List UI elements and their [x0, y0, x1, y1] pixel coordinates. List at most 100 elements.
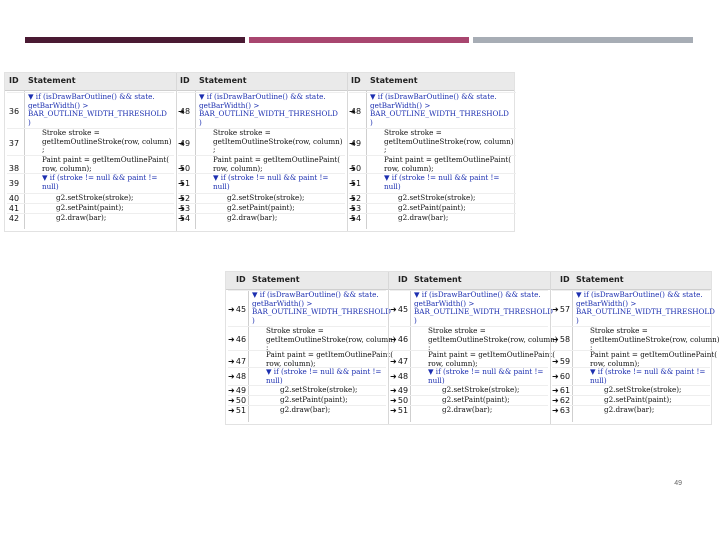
table-header — [5, 73, 514, 91]
statement-text: g2.draw(bar); — [280, 405, 331, 414]
row-id: 50 — [350, 164, 362, 173]
statement-text: g2.setStroke(stroke); — [56, 193, 134, 202]
accent-bar-magenta — [249, 37, 469, 43]
row-id: 40 — [8, 194, 20, 203]
row-id: 50 — [235, 396, 247, 405]
row-id: 53 — [179, 204, 191, 213]
statement-text: g2.setStroke(stroke); — [227, 193, 305, 202]
row-id: 47 — [235, 357, 247, 366]
statement-text: ▼ if (stroke != null && paint != null) — [590, 367, 706, 385]
row-id: 59 — [559, 357, 571, 366]
id-column-header: ID — [560, 275, 570, 284]
row-id: 48 — [397, 372, 409, 381]
statement-text: Paint paint = getItemOutlinePaint( row, … — [42, 155, 170, 173]
row-id: 36 — [8, 107, 20, 116]
statement-text: ▼ if (isDrawBarOutline() && state. getBa… — [414, 290, 553, 325]
row-id: 48 — [235, 372, 247, 381]
id-divider — [366, 91, 367, 229]
row-id: 52 — [350, 194, 362, 203]
statement-text: g2.setStroke(stroke); — [280, 385, 358, 394]
statement-text: ▼ if (isDrawBarOutline() && state. getBa… — [28, 92, 167, 127]
row-id: 49 — [179, 139, 191, 148]
row-id: 52 — [179, 194, 191, 203]
row-id: 42 — [8, 214, 20, 223]
statement-text: Paint paint = getItemOutlinePaint( row, … — [590, 350, 718, 368]
row-id: 45 — [397, 305, 409, 314]
row-id: 48 — [350, 107, 362, 116]
statement-text: g2.setStroke(stroke); — [604, 385, 682, 394]
statement-text: g2.setStroke(stroke); — [442, 385, 520, 394]
row-id: 62 — [559, 396, 571, 405]
row-id: 39 — [8, 179, 20, 188]
row-id: 41 — [8, 204, 20, 213]
row-id: 49 — [350, 139, 362, 148]
row-id: 50 — [179, 164, 191, 173]
id-divider — [195, 91, 196, 229]
statement-text: ▼ if (isDrawBarOutline() && state. getBa… — [252, 290, 391, 325]
statement-text: ▼ if (isDrawBarOutline() && state. getBa… — [370, 92, 509, 127]
statement-text: g2.draw(bar); — [227, 213, 278, 222]
row-id: 38 — [8, 164, 20, 173]
statement-text: Stroke stroke = getItemOutlineStroke(row… — [428, 326, 558, 353]
id-column-header: ID — [180, 76, 190, 85]
statement-text: Stroke stroke = getItemOutlineStroke(row… — [384, 128, 514, 155]
statement-text: ▼ if (isDrawBarOutline() && state. getBa… — [576, 290, 715, 325]
statement-text: g2.setPaint(paint); — [398, 203, 466, 212]
bottom-comparison-table: ID Statement ➜ 45 ▼ if (isDrawBarOutline() &… — [226, 272, 720, 424]
statement-text: ▼ if (stroke != null && paint != null) — [384, 173, 500, 191]
row-id: 51 — [350, 179, 362, 188]
statement-text: g2.setPaint(paint); — [56, 203, 124, 212]
row-id: 51 — [235, 406, 247, 415]
row-id: 37 — [8, 139, 20, 148]
statement-text: g2.setPaint(paint); — [280, 395, 348, 404]
statement-text: Stroke stroke = getItemOutlineStroke(row… — [590, 326, 720, 353]
row-id: 57 — [559, 305, 571, 314]
row-id: 63 — [559, 406, 571, 415]
statement-text: g2.draw(bar); — [442, 405, 493, 414]
row-id: 60 — [559, 372, 571, 381]
row-id: 58 — [559, 335, 571, 344]
row-id: 49 — [235, 386, 247, 395]
statement-text: g2.draw(bar); — [398, 213, 449, 222]
row-id: 51 — [397, 406, 409, 415]
id-divider — [24, 91, 25, 229]
statement-text: g2.setPaint(paint); — [442, 395, 510, 404]
id-column-header: ID — [398, 275, 408, 284]
column-separator — [550, 272, 551, 424]
statement-text: g2.draw(bar); — [604, 405, 655, 414]
statement-text: g2.draw(bar); — [56, 213, 107, 222]
statement-text: g2.setStroke(stroke); — [398, 193, 476, 202]
statement-column-header: Statement — [576, 275, 624, 284]
statement-column-header: Statement — [414, 275, 462, 284]
statement-text: ▼ if (stroke != null && paint != null) — [213, 173, 329, 191]
page-number: 49 — [674, 480, 682, 487]
id-column-header: ID — [236, 275, 246, 284]
statement-column-header: Statement — [370, 76, 418, 85]
statement-text: g2.setPaint(paint); — [604, 395, 672, 404]
id-column-header: ID — [9, 76, 19, 85]
statement-text: ▼ if (isDrawBarOutline() && state. getBa… — [199, 92, 338, 127]
statement-text: Paint paint = getItemOutlinePaint( row, … — [266, 350, 394, 368]
row-id: 50 — [397, 396, 409, 405]
row-id: 49 — [397, 386, 409, 395]
statement-text: Paint paint = getItemOutlinePaint( row, … — [384, 155, 512, 173]
row-id: 47 — [397, 357, 409, 366]
column-separator — [388, 272, 389, 424]
row-id: 54 — [350, 214, 362, 223]
row-id: 53 — [350, 204, 362, 213]
statement-column-header: Statement — [28, 76, 76, 85]
row-id: 51 — [179, 179, 191, 188]
statement-text: ▼ if (stroke != null && paint != null) — [42, 173, 158, 191]
statement-column-header: Statement — [199, 76, 247, 85]
top-comparison-table: ID Statement 36 ▼ if (isDrawBarOutline() &&… — [5, 73, 516, 231]
statement-text: ▼ if (stroke != null && paint != null) — [266, 367, 382, 385]
statement-column-header: Statement — [252, 275, 300, 284]
statement-text: g2.setPaint(paint); — [227, 203, 295, 212]
accent-bar-gray — [473, 37, 693, 43]
row-id: 61 — [559, 386, 571, 395]
statement-text: ▼ if (stroke != null && paint != null) — [428, 367, 544, 385]
row-id: 45 — [235, 305, 247, 314]
statement-text: Stroke stroke = getItemOutlineStroke(row… — [266, 326, 396, 353]
row-id: 48 — [179, 107, 191, 116]
row-id: 46 — [235, 335, 247, 344]
